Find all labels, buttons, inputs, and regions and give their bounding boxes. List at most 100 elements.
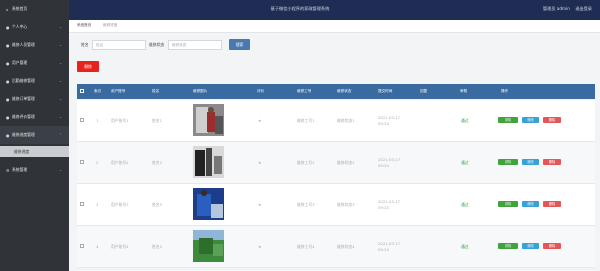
cell-index: 4 [96,244,99,249]
row-checkbox[interactable] [80,160,84,164]
col-name: 姓名 [152,89,160,93]
cell-rating: ★ [258,244,262,249]
cell-staff-id: 维修工号1 [297,118,315,123]
cell-time: 2021-03-17 09:24 [378,157,401,168]
logout-link[interactable]: 退出登录 [575,6,592,11]
col-account: 用户账号 [111,89,126,93]
delete-button[interactable]: 删除 [543,159,561,165]
cell-index: 2 [96,160,99,165]
col-rating: 评价 [257,89,265,93]
cell-rating: ★ [258,160,262,165]
user-label: 管理员 admin [542,6,570,11]
breadcrumb-tabs: 系统首页 维修进度 [69,20,600,33]
repair-photo[interactable] [193,146,224,178]
sidebar-item-home[interactable]: ⌂ 系统首页 [0,0,69,18]
sidebar-item-label: 个人中心 [12,24,28,29]
cell-name: 姓名1 [152,118,163,123]
edit-button[interactable]: 修改 [522,159,539,165]
app-title: 基于微信小程序的家政管理系统 [270,6,330,11]
cell-rating: ★ [258,202,262,207]
cell-name: 姓名4 [152,244,163,249]
table-row: 4 用户账号4 姓名4 ★ 维修工号4 维修状态4 2021-03-17 09:… [77,226,595,268]
select-all-checkbox[interactable] [80,89,84,93]
cell-index: 1 [96,118,99,123]
view-button[interactable]: 详情 [498,201,518,207]
chevron-down-icon: ⌄ [58,115,62,119]
col-time: 提交时间 [378,89,393,93]
sidebar-item-label: 维修进度管理 [12,132,35,137]
search-label-state: 维修状态 [149,42,165,47]
table-header: 索引 用户账号 姓名 维修图片 评价 维修工号 维修状态 提交时间 回复 审核 … [77,84,595,99]
tab-progress[interactable]: 维修进度 [103,23,117,28]
col-staff-id: 维修工号 [297,89,312,93]
col-audit: 审核 [460,89,468,93]
sidebar-item-label: 系统首页 [12,6,28,11]
cell-state: 维修状态1 [337,118,355,123]
cell-audit: 通过 [461,160,469,165]
cell-name: 姓名3 [152,202,163,207]
col-index: 索引 [94,89,102,93]
sidebar-item-system[interactable]: ⚙ 系统管理 ⌄ [0,161,69,179]
chevron-down-icon: ⌄ [58,79,62,83]
cell-state: 维修状态3 [337,202,355,207]
sidebar-item-label: 用户管理 [12,60,28,65]
row-checkbox[interactable] [80,202,84,206]
cell-audit: 通过 [461,202,469,207]
delete-button[interactable]: 删除 [543,117,561,123]
cell-name: 姓名2 [152,160,163,165]
top-bar: 基于微信小程序的家政管理系统 管理员 admin 退出登录 [0,0,600,20]
view-button[interactable]: 详情 [498,243,518,249]
sidebar-item-users[interactable]: ● 用户管理 ⌄ [0,54,69,72]
col-reply: 回复 [420,89,428,93]
view-button[interactable]: 详情 [498,117,518,123]
user-bar: 管理员 admin 退出登录 [539,6,592,12]
cell-audit: 通过 [461,118,469,123]
table-row: 3 用户账号3 姓名3 ★ 维修工号3 维修状态3 2021-03-17 09:… [77,184,595,226]
chevron-down-icon: ⌄ [58,168,62,172]
search-label-name: 姓名 [81,42,89,47]
chevron-down-icon: ⌄ [58,61,62,65]
table-row: 1 用户账号1 姓名1 ★ 维修工号1 维修状态1 2021-03-17 09:… [77,100,595,142]
cell-state: 维修状态2 [337,160,355,165]
chevron-up-icon: ⌃ [58,133,62,137]
row-checkbox[interactable] [80,118,84,122]
cell-account: 用户账号4 [111,244,129,249]
delete-button[interactable]: 删除 [543,201,561,207]
sidebar-item-repairs[interactable]: ● 后勤维修管理 ⌄ [0,72,69,90]
row-checkbox[interactable] [80,244,84,248]
cell-time: 2021-03-17 09:24 [378,115,401,126]
sidebar-item-reviews[interactable]: ● 维修评价管理 ⌄ [0,108,69,126]
repair-photo[interactable] [193,104,224,136]
sidebar: ⌂ 系统首页 ● 个人中心 ⌄ ● 维修人员管理 ⌄ ● 用户管理 ⌄ ● 后勤… [0,0,69,271]
search-button[interactable]: 搜索 [229,39,250,50]
cell-account: 用户账号2 [111,160,129,165]
tab-home[interactable]: 系统首页 [77,23,91,28]
cell-index: 3 [96,202,99,207]
sidebar-item-label: 维修评价管理 [12,114,35,119]
sidebar-item-profile[interactable]: ● 个人中心 ⌄ [0,18,69,36]
repair-photo[interactable] [193,188,224,220]
cell-staff-id: 维修工号2 [297,160,315,165]
sidebar-subitem-progress[interactable]: 维修进度 [0,146,69,157]
cell-audit: 通过 [461,244,469,249]
sidebar-item-workers[interactable]: ● 维修人员管理 ⌄ [0,36,69,54]
search-input-name[interactable]: 姓名 [92,40,146,50]
edit-button[interactable]: 修改 [522,201,539,207]
sidebar-item-label: 后勤维修管理 [12,78,35,83]
batch-delete-button[interactable]: 删除 [77,61,99,72]
sidebar-item-label: 维修人员管理 [12,42,35,47]
cell-staff-id: 维修工号4 [297,244,315,249]
cell-state: 维修状态4 [337,244,355,249]
cell-rating: ★ [258,118,262,123]
sidebar-item-label: 系统管理 [12,167,28,172]
delete-button[interactable]: 删除 [543,243,561,249]
sidebar-item-progress[interactable]: ● 维修进度管理 ⌃ [0,126,69,144]
search-input-state[interactable]: 维修状态 [168,40,222,50]
chevron-down-icon: ⌄ [58,25,62,29]
view-button[interactable]: 详情 [498,159,518,165]
repair-photo[interactable] [193,230,224,262]
cell-time: 2021-03-17 09:24 [378,199,401,210]
edit-button[interactable]: 修改 [522,117,539,123]
edit-button[interactable]: 修改 [522,243,539,249]
sidebar-item-orders[interactable]: ● 维修订单管理 ⌄ [0,90,69,108]
